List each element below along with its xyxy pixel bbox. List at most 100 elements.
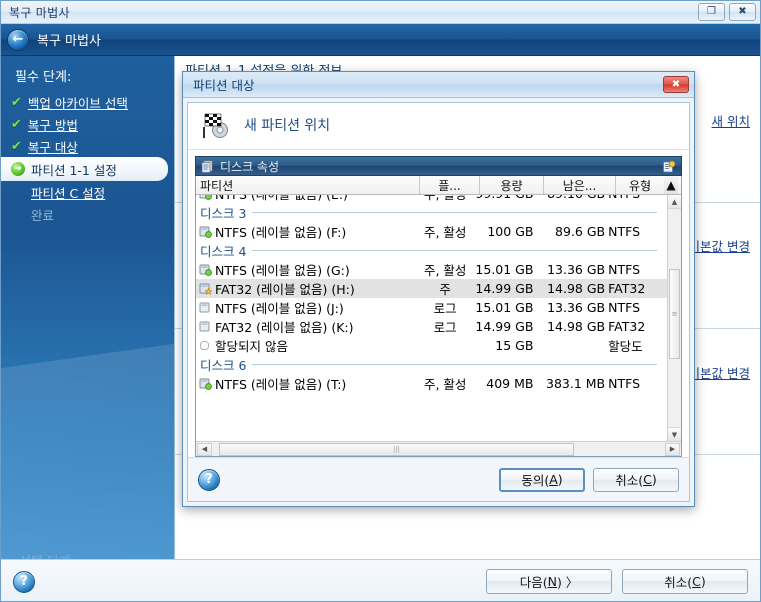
disk-group-label: 디스크 6 (200, 355, 246, 374)
sidebar-item-partition-1-1-settings[interactable]: ➜ 파티션 1-1 설정 (1, 157, 168, 181)
help-icon[interactable]: ? (198, 469, 220, 491)
partition-rows: NTFS (레이블 없음) (E:) 주, 활성 99.91 GB 89.16 … (196, 195, 667, 393)
partition-cell: NTFS (레이블 없음) (E:) (196, 195, 416, 203)
partition-name: 할당되지 않음 (215, 336, 288, 355)
partition-cell: NTFS (레이블 없음) (J:) (196, 298, 416, 317)
horizontal-scroll-thumb[interactable]: ||| (219, 443, 574, 456)
footer-buttons: 다음(N) 〉 취소(C) (486, 569, 748, 594)
scroll-up-icon[interactable]: ▲ (668, 195, 681, 209)
horizontal-scrollbar[interactable]: ◀ ||| ▶ (196, 441, 681, 456)
restore-window-button[interactable]: ❐ (698, 3, 725, 21)
partition-active-icon (199, 377, 212, 390)
vertical-scroll-track[interactable]: ≡ (668, 209, 681, 427)
free-cell: 383.1 MB (537, 376, 608, 391)
accept-button-label: 동의( (521, 470, 549, 489)
cancel-button-label: 취소( (664, 572, 692, 591)
capacity-cell: 15 GB (475, 338, 538, 353)
partition-active-icon (199, 195, 212, 200)
disk-group-label: 디스크 3 (200, 203, 246, 222)
type-cell: FAT32 (608, 281, 667, 296)
flags-cell: 주, 활성 (416, 195, 475, 203)
sidebar-item-recovery-target[interactable]: ✔ 복구 대상 (1, 135, 174, 157)
cancel-button[interactable]: 취소(C) (622, 569, 748, 594)
partition-name: NTFS (레이블 없음) (E:) (215, 195, 348, 203)
column-header-capacity[interactable]: 용량 (480, 176, 544, 194)
free-cell: 14.98 GB (537, 319, 608, 334)
sidebar-item-select-archive[interactable]: ✔ 백업 아카이브 선택 (1, 91, 174, 113)
column-header-free[interactable]: 남은... (544, 176, 616, 194)
dialog-body: 새 파티션 위치 디스크 속성 (187, 102, 690, 502)
close-window-button[interactable]: ✖ (729, 3, 756, 21)
horizontal-scroll-track[interactable]: ||| (213, 443, 664, 456)
next-button-label: 다음( (520, 572, 548, 591)
properties-icon[interactable] (662, 160, 676, 174)
disk-group-row: 디스크 6 (196, 355, 667, 374)
partition-table-header: 파티션 플... 용량 남은... 유형 ▲ (196, 176, 681, 195)
free-cell: 89.16 GB (537, 195, 608, 201)
free-cell: 13.36 GB (537, 262, 608, 277)
scroll-right-icon[interactable]: ▶ (665, 443, 680, 456)
accept-button[interactable]: 동의(A) (499, 468, 585, 492)
dialog-title: 파티션 대상 (193, 75, 254, 94)
check-icon: ✔ (11, 139, 22, 154)
flags-cell: 주, 활성 (416, 222, 475, 241)
dialog-close-button[interactable]: ✖ (663, 76, 689, 93)
partition-cell: 할당되지 않음 (196, 336, 416, 355)
column-header-type[interactable]: 유형 (616, 176, 664, 194)
table-row[interactable]: NTFS (레이블 없음) (T:) 주, 활성 409 MB 383.1 MB… (196, 374, 667, 393)
table-row[interactable]: NTFS (레이블 없음) (E:) 주, 활성 99.91 GB 89.16 … (196, 195, 667, 203)
scroll-down-icon[interactable]: ▼ (668, 427, 681, 441)
partition-name: NTFS (레이블 없음) (F:) (215, 222, 346, 241)
table-row[interactable]: 할당되지 않음 15 GB 할당도 (196, 336, 667, 355)
capacity-cell: 15.01 GB (475, 262, 538, 277)
disk-group-rule (252, 212, 657, 213)
flags-cell: 주 (416, 279, 475, 298)
partition-active-icon (199, 263, 212, 276)
back-arrow-icon[interactable]: ← (7, 29, 29, 51)
disk-group-label: 디스크 4 (200, 241, 246, 260)
flags-cell: 로그 (416, 317, 475, 336)
free-cell: 13.36 GB (537, 300, 608, 315)
vertical-scrollbar[interactable]: ▲ ≡ ▼ (667, 195, 681, 441)
partition-cell: NTFS (레이블 없음) (F:) (196, 222, 416, 241)
table-row[interactable]: NTFS (레이블 없음) (F:) 주, 활성 100 GB 89.6 GB … (196, 222, 667, 241)
scroll-left-icon[interactable]: ◀ (197, 443, 212, 456)
check-icon: ✔ (11, 117, 22, 132)
accept-button-suffix: ) (558, 472, 563, 487)
sidebar-item-label: 완료 (31, 205, 54, 224)
type-cell: NTFS (608, 300, 667, 315)
partition-cell: NTFS (레이블 없음) (T:) (196, 374, 416, 393)
dialog-cancel-accel: C (643, 472, 652, 487)
type-cell: NTFS (608, 376, 667, 391)
vertical-scroll-thumb[interactable]: ≡ (669, 269, 680, 359)
unallocated-icon (199, 339, 212, 352)
next-button[interactable]: 다음(N) 〉 (486, 569, 612, 594)
cancel-button-suffix: ) (701, 574, 706, 589)
cancel-button-accel: C (692, 574, 701, 589)
table-row[interactable]: NTFS (레이블 없음) (G:) 주, 활성 15.01 GB 13.36 … (196, 260, 667, 279)
type-cell: NTFS (608, 224, 667, 239)
partition-destination-dialog: 파티션 대상 ✖ (182, 71, 695, 507)
wizard-steps-sidebar: 필수 단계: ✔ 백업 아카이브 선택 ✔ 복구 방법 ✔ 복구 대상 ➜ 파티… (1, 56, 174, 559)
sidebar-item-label: 파티션 C 설정 (31, 183, 105, 202)
partition-name: FAT32 (레이블 없음) (H:) (215, 279, 355, 298)
change-default-link[interactable]: 기본값 변경 (689, 363, 750, 382)
new-location-link[interactable]: 새 위치 (712, 111, 750, 130)
sidebar-item-partition-c-settings[interactable]: 파티션 C 설정 (1, 181, 174, 203)
sidebar-heading: 필수 단계: (1, 56, 174, 91)
free-cell: 89.6 GB (537, 224, 608, 239)
column-header-partition[interactable]: 파티션 (196, 176, 420, 194)
table-row[interactable]: NTFS (레이블 없음) (J:) 로그 15.01 GB 13.36 GB … (196, 298, 667, 317)
window-titlebar: 복구 마법사 ❐ ✖ (1, 1, 760, 24)
help-icon[interactable]: ? (13, 571, 35, 593)
table-row-selected[interactable]: FAT32 (레이블 없음) (H:) 주 14.99 GB 14.98 GB … (196, 279, 667, 298)
sort-ascending-icon[interactable]: ▲ (664, 176, 678, 194)
column-header-flags[interactable]: 플... (420, 176, 480, 194)
change-default-link[interactable]: 기본값 변경 (689, 236, 750, 255)
sidebar-item-recovery-method[interactable]: ✔ 복구 방법 (1, 113, 174, 135)
disk-properties-icon (201, 160, 214, 173)
sidebar-item-label: 파티션 1-1 설정 (31, 160, 117, 179)
table-row[interactable]: FAT32 (레이블 없음) (K:) 로그 14.99 GB 14.98 GB… (196, 317, 667, 336)
capacity-cell: 15.01 GB (475, 300, 538, 315)
dialog-cancel-button[interactable]: 취소(C) (593, 468, 679, 492)
